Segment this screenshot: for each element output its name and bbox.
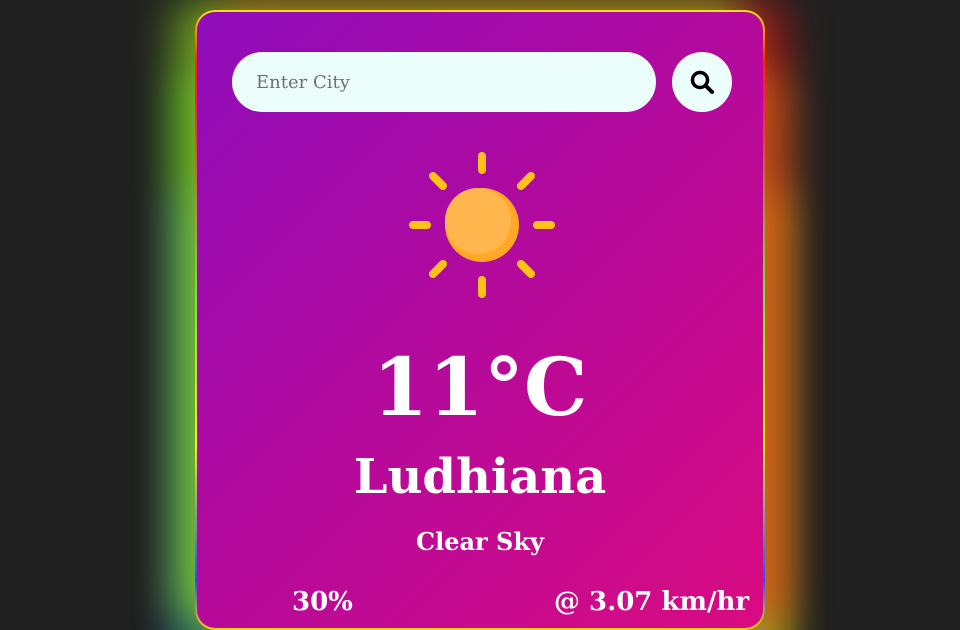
weather-description: Clear Sky [416,527,544,556]
sun-icon [409,152,555,298]
city-search-input[interactable] [232,52,656,112]
wind-speed-value: @ 3.07 km/hr [554,587,750,617]
temperature-value: 11°C [372,340,588,434]
weather-card: 11°C Ludhiana Clear Sky 30% @ 3.07 km/hr [195,10,765,630]
city-name: Ludhiana [353,449,607,505]
humidity-value: 30% [292,587,353,617]
search-icon [690,70,714,94]
search-button[interactable] [672,52,732,112]
